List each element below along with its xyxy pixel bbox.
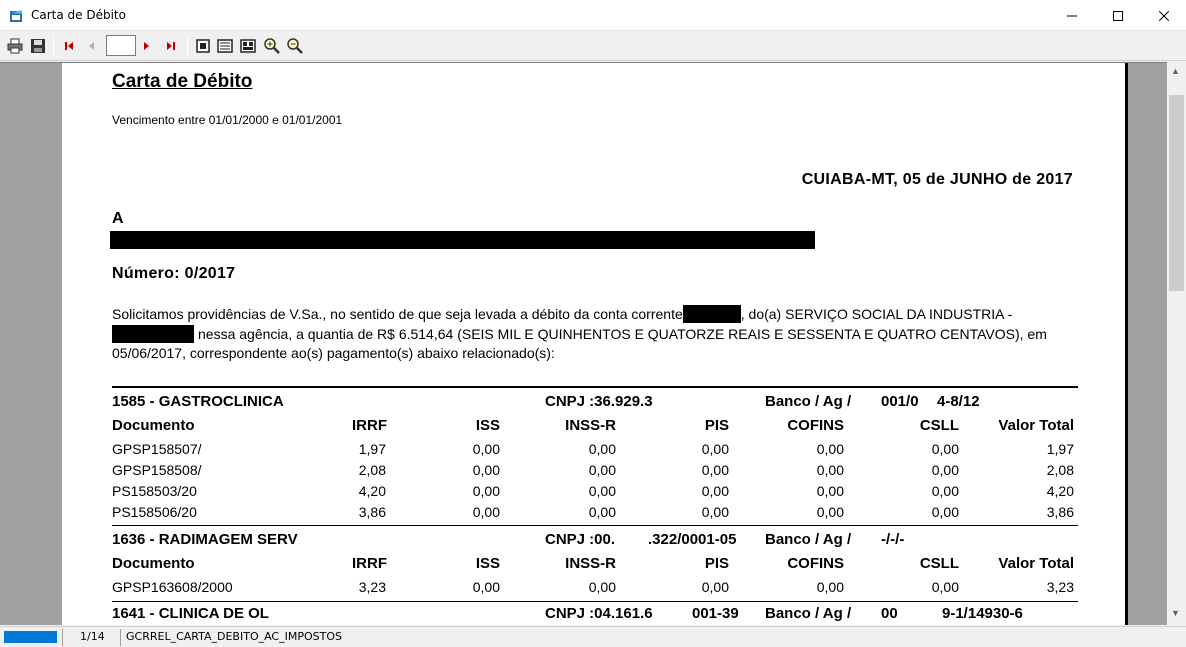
- title-bar: Carta de Débito: [0, 0, 1186, 31]
- next-page-icon[interactable]: [137, 36, 157, 56]
- column-header: IRRF: [352, 417, 387, 434]
- column-header: ISS: [475, 555, 500, 572]
- redacted-account: [682, 305, 741, 323]
- paragraph-line-1: Solicitamos providências de V.Sa., no se…: [112, 305, 1013, 323]
- zoom-out-icon[interactable]: [285, 36, 305, 56]
- column-header: INSS-R: [565, 417, 616, 434]
- document-subtitle: Vencimento entre 01/01/2000 e 01/01/2001: [112, 113, 343, 127]
- page-width-icon[interactable]: [215, 36, 235, 56]
- close-button[interactable]: [1141, 0, 1186, 31]
- column-header: COFINS: [787, 555, 844, 572]
- paragraph-line-3: 05/06/2017, correspondente ao(s) pagamen…: [112, 345, 555, 361]
- group-banco-a: 001/0: [881, 393, 919, 410]
- first-page-icon[interactable]: [59, 36, 79, 56]
- column-header: Documento: [112, 555, 195, 572]
- group-name: 1585 - GASTROCLINICA: [112, 393, 284, 410]
- group-cnpj-rest: 001-39: [692, 605, 739, 622]
- page-number-input[interactable]: [106, 35, 136, 56]
- maximize-button[interactable]: [1095, 0, 1141, 31]
- redacted-block: [110, 231, 815, 249]
- group-cnpj: CNPJ :04.161.6: [545, 605, 653, 622]
- group-banco-label: Banco / Ag /: [765, 393, 852, 410]
- group-banco-b: 9-1/14930-6: [942, 605, 1023, 622]
- date-line: CUIABA-MT, 05 de JUNHO de 2017: [801, 171, 1073, 188]
- document-number: Número: 0/2017: [112, 265, 236, 282]
- divider: [112, 525, 1078, 526]
- report-viewer: Carta de Débito Vencimento entre 01/01/2…: [0, 62, 1186, 625]
- window-title: Carta de Débito: [31, 8, 126, 22]
- document-title: Carta de Débito: [112, 71, 253, 92]
- group-banco-label: Banco / Ag /: [765, 605, 852, 622]
- column-header: ISS: [475, 417, 500, 434]
- divider: [112, 386, 1078, 388]
- report-name: GCRREL_CARTA_DEBITO_AC_IMPOSTOS: [126, 630, 342, 643]
- prev-page-icon[interactable]: [81, 36, 101, 56]
- group-banco-label: Banco / Ag /: [765, 531, 852, 548]
- printer-icon[interactable]: [5, 36, 25, 56]
- zoom-in-icon[interactable]: [262, 36, 282, 56]
- vertical-scrollbar[interactable]: ▲ ▼: [1167, 62, 1186, 625]
- column-header: CSLL: [919, 555, 959, 572]
- page-count: 1/14: [80, 630, 105, 643]
- column-header: INSS-R: [565, 555, 616, 572]
- group-cnpj: CNPJ :36.929.3: [545, 393, 653, 410]
- one-page-icon[interactable]: [193, 36, 213, 56]
- status-bar: 1/14 GCRREL_CARTA_DEBITO_AC_IMPOSTOS: [0, 626, 1186, 647]
- redacted-agency: [112, 325, 194, 343]
- scroll-down-icon[interactable]: ▼: [1171, 608, 1180, 618]
- column-header: PIS: [704, 555, 729, 572]
- last-page-icon[interactable]: [161, 36, 181, 56]
- column-header: Documento: [112, 417, 195, 434]
- addressee-label: A: [112, 210, 124, 227]
- column-header: COFINS: [787, 417, 844, 434]
- column-header: Valor Total: [998, 555, 1074, 572]
- column-header: CSLL: [919, 417, 959, 434]
- column-header: IRRF: [352, 555, 387, 572]
- paragraph-line-2: nessa agência, a quantia de R$ 6.514,64 …: [112, 325, 1047, 343]
- group-cnpj-rest: .322/0001-05: [648, 531, 737, 548]
- scroll-up-icon[interactable]: ▲: [1171, 66, 1180, 76]
- group-banco-a: 00: [881, 605, 898, 622]
- group-banco-b: 4-8/12: [937, 393, 980, 410]
- column-header: Valor Total: [998, 417, 1074, 434]
- report-page: Carta de Débito Vencimento entre 01/01/2…: [62, 63, 1128, 625]
- group-name: 1636 - RADIMAGEM SERV: [112, 531, 298, 548]
- group-name: 1641 - CLINICA DE OL: [112, 605, 269, 622]
- save-icon[interactable]: [28, 36, 48, 56]
- minimize-button[interactable]: [1049, 0, 1095, 31]
- multi-page-icon[interactable]: [238, 36, 258, 56]
- group-cnpj: CNPJ :00.: [545, 531, 616, 548]
- column-header: PIS: [704, 417, 729, 434]
- group-banco-a: -/-/-: [881, 531, 905, 548]
- scroll-thumb[interactable]: [1169, 95, 1184, 291]
- app-icon: [9, 8, 25, 24]
- divider: [112, 601, 1078, 602]
- toolbar: [0, 31, 1186, 61]
- progress-bar: [4, 631, 57, 643]
